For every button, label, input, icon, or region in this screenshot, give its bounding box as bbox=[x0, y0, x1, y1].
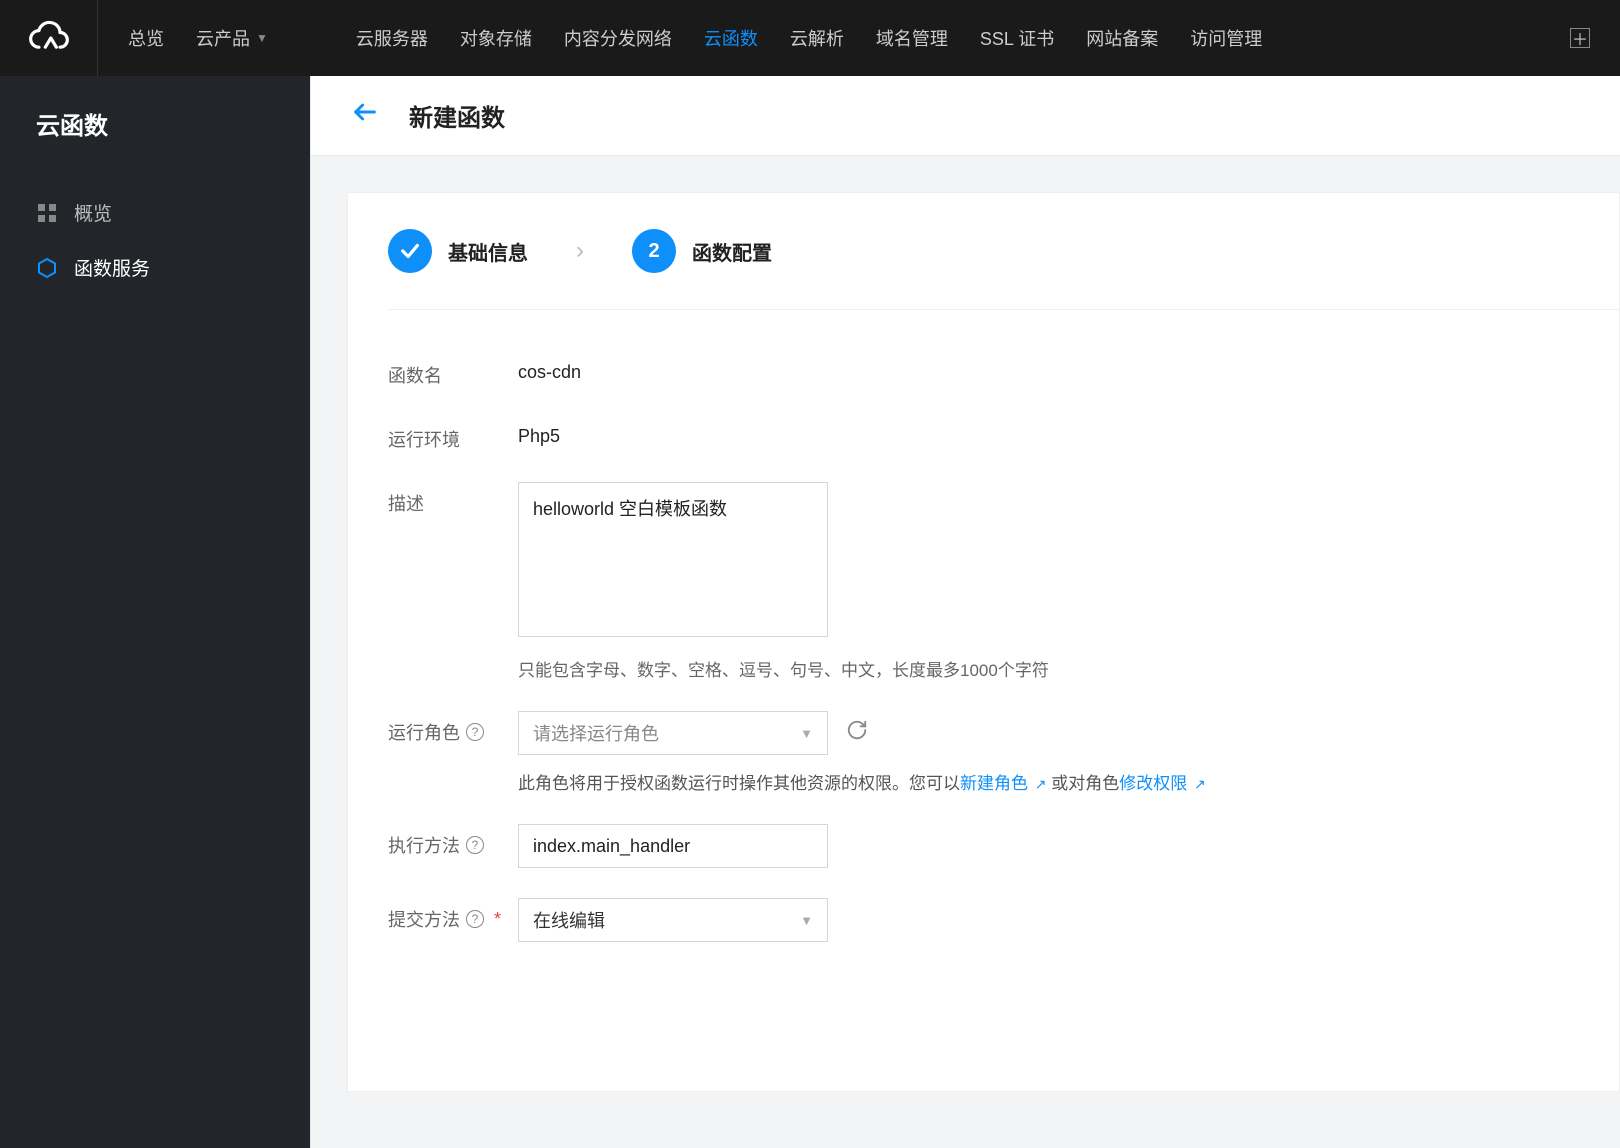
label-function-name: 函数名 bbox=[388, 354, 518, 388]
sidebar-item-label: 函数服务 bbox=[74, 254, 150, 281]
help-icon[interactable]: ? bbox=[466, 836, 484, 854]
topnav-cos[interactable]: 对象存储 bbox=[460, 25, 532, 51]
back-button[interactable] bbox=[351, 98, 379, 133]
chevron-down-icon: ▼ bbox=[256, 31, 268, 45]
external-link-icon: ↗ bbox=[1194, 776, 1206, 793]
role-select[interactable]: 请选择运行角色 ▼ bbox=[518, 711, 828, 755]
add-icon[interactable]: ＋ bbox=[1570, 28, 1590, 48]
submit-method-select[interactable]: 在线编辑 ▼ bbox=[518, 898, 828, 942]
grid-icon bbox=[36, 202, 58, 224]
sidebar-item-overview[interactable]: 概览 bbox=[0, 185, 310, 240]
step-1-label: 基础信息 bbox=[448, 237, 528, 266]
external-link-icon: ↗ bbox=[1035, 776, 1047, 793]
role-hint: 此角色将用于授权函数运行时操作其他资源的权限。您可以新建角色 ↗ 或对角色修改权… bbox=[518, 769, 1398, 794]
hexagon-icon bbox=[36, 257, 58, 279]
step-1[interactable]: 基础信息 bbox=[388, 229, 528, 273]
logo[interactable] bbox=[0, 0, 98, 76]
sidebar-item-label: 概览 bbox=[74, 199, 112, 226]
topnav-beian[interactable]: 网站备案 bbox=[1086, 25, 1158, 51]
step-2-number: 2 bbox=[632, 229, 676, 273]
value-runtime: Php5 bbox=[518, 418, 560, 447]
value-function-name: cos-cdn bbox=[518, 354, 581, 383]
step-2-label: 函数配置 bbox=[692, 237, 772, 266]
sidebar-item-function-service[interactable]: 函数服务 bbox=[0, 240, 310, 295]
chevron-down-icon: ▼ bbox=[800, 726, 813, 741]
check-icon bbox=[388, 229, 432, 273]
page-title: 新建函数 bbox=[409, 98, 505, 133]
handler-input[interactable] bbox=[518, 824, 828, 868]
label-runtime: 运行环境 bbox=[388, 418, 518, 452]
topnav-cloud-products[interactable]: 云产品 ▼ bbox=[196, 25, 268, 51]
label-description: 描述 bbox=[388, 482, 518, 516]
label-submit-method: 提交方法 ? * bbox=[388, 898, 518, 932]
chevron-right-icon: › bbox=[556, 237, 604, 265]
step-2[interactable]: 2 函数配置 bbox=[632, 229, 772, 273]
stepper: 基础信息 › 2 函数配置 bbox=[388, 229, 1619, 310]
submit-method-value: 在线编辑 bbox=[533, 907, 605, 933]
topnav-cdn[interactable]: 内容分发网络 bbox=[564, 25, 672, 51]
topnav-domain[interactable]: 域名管理 bbox=[876, 25, 948, 51]
topnav-ssl[interactable]: SSL 证书 bbox=[980, 25, 1054, 51]
topnav-overview[interactable]: 总览 bbox=[128, 25, 164, 51]
help-icon[interactable]: ? bbox=[466, 910, 484, 928]
refresh-icon[interactable] bbox=[846, 719, 868, 747]
topnav-cvm[interactable]: 云服务器 bbox=[356, 25, 428, 51]
label-role: 运行角色 ? bbox=[388, 711, 518, 745]
topnav-cloud-products-label: 云产品 bbox=[196, 25, 250, 51]
sidebar-title: 云函数 bbox=[0, 106, 310, 167]
topnav-scf[interactable]: 云函数 bbox=[704, 25, 758, 51]
label-handler: 执行方法 ? bbox=[388, 824, 518, 858]
required-marker: * bbox=[494, 909, 501, 930]
topnav-dns[interactable]: 云解析 bbox=[790, 25, 844, 51]
link-create-role[interactable]: 新建角色 ↗ bbox=[960, 774, 1046, 793]
description-hint: 只能包含字母、数字、空格、逗号、句号、中文，长度最多1000个字符 bbox=[518, 656, 1398, 681]
link-modify-permission[interactable]: 修改权限 ↗ bbox=[1119, 774, 1205, 793]
role-select-placeholder: 请选择运行角色 bbox=[533, 720, 659, 746]
help-icon[interactable]: ? bbox=[466, 723, 484, 741]
description-input[interactable] bbox=[518, 482, 828, 637]
chevron-down-icon: ▼ bbox=[800, 913, 813, 928]
topnav-cam[interactable]: 访问管理 bbox=[1190, 25, 1262, 51]
